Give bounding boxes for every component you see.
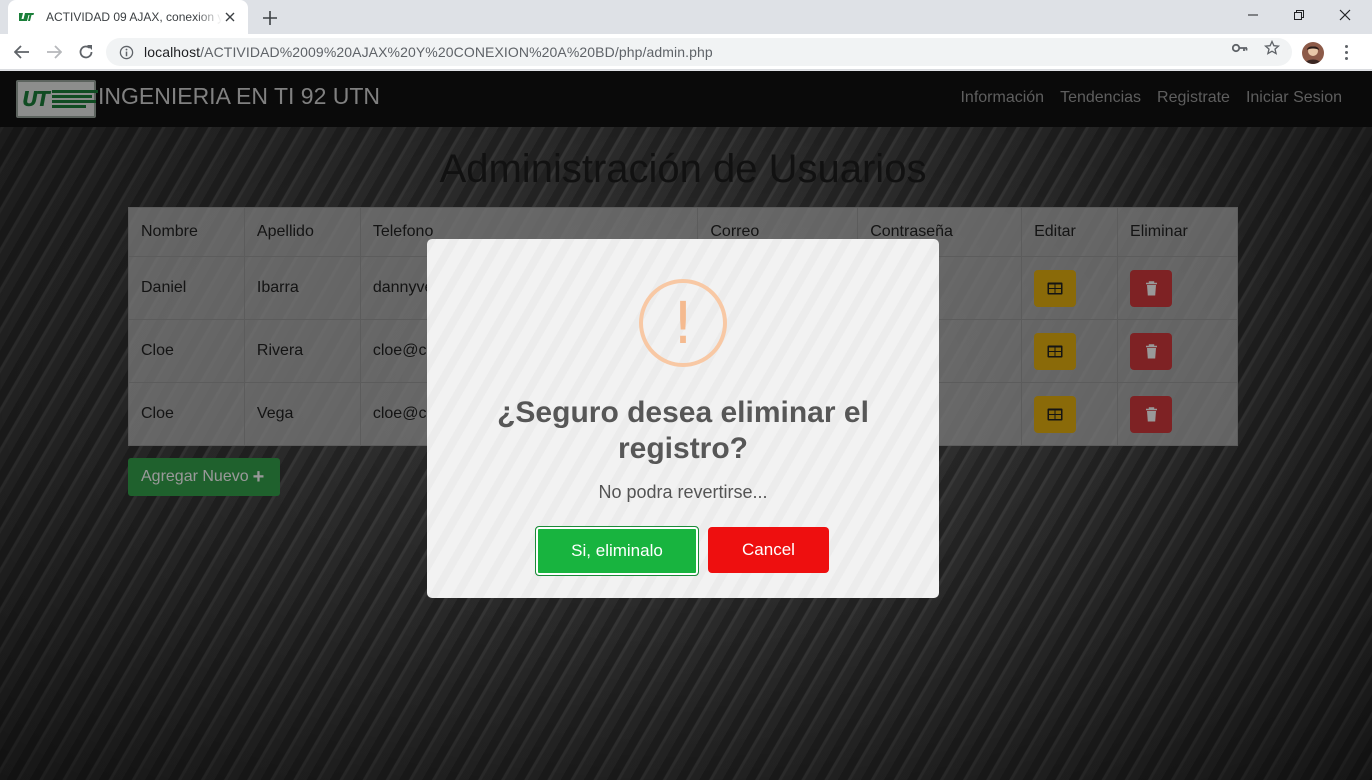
cancel-button[interactable]: Cancel xyxy=(708,527,829,573)
browser-tab[interactable]: ACTIVIDAD 09 AJAX, conexion y c xyxy=(8,0,248,34)
dialog-title: ¿Seguro desea eliminar el registro? xyxy=(497,396,869,465)
forward-arrow-icon[interactable] xyxy=(42,40,66,64)
minimize-icon[interactable] xyxy=(1230,0,1276,30)
profile-avatar[interactable] xyxy=(1302,42,1324,64)
info-icon[interactable] xyxy=(118,44,134,60)
tab-title: ACTIVIDAD 09 AJAX, conexion y c xyxy=(46,10,222,24)
confirm-delete-button[interactable]: Si, eliminalo xyxy=(535,526,699,576)
reload-icon[interactable] xyxy=(74,40,98,64)
browser-toolbar: localhost/ACTIVIDAD%2009%20AJAX%20Y%20CO… xyxy=(0,34,1372,70)
warning-glyph: ! xyxy=(671,289,695,357)
address-bar[interactable]: localhost/ACTIVIDAD%2009%20AJAX%20Y%20CO… xyxy=(106,38,1292,66)
dialog-text: No podra revertirse... xyxy=(598,482,768,502)
close-window-icon[interactable] xyxy=(1322,0,1368,30)
url-text: localhost/ACTIVIDAD%2009%20AJAX%20Y%20CO… xyxy=(144,44,713,60)
restore-icon[interactable] xyxy=(1276,0,1322,30)
bookmark-star-icon[interactable] xyxy=(1264,40,1280,56)
tab-close-icon[interactable] xyxy=(222,9,238,25)
key-icon[interactable] xyxy=(1232,40,1248,56)
warning-icon: ! xyxy=(639,279,727,367)
ut-favicon-icon xyxy=(18,11,34,23)
url-path: /ACTIVIDAD%2009%20AJAX%20Y%20CONEXION%20… xyxy=(200,44,713,60)
browser-tabstrip: ACTIVIDAD 09 AJAX, conexion y c xyxy=(0,0,1372,34)
new-tab-icon[interactable] xyxy=(258,6,282,30)
confirm-delete-dialog: ! ¿Seguro desea eliminar el registro? No… xyxy=(427,239,939,598)
back-arrow-icon[interactable] xyxy=(10,40,34,64)
page-viewport: UT INGENIERIA EN TI 92 UTN Información T… xyxy=(0,71,1372,780)
url-host: localhost xyxy=(144,44,201,60)
browser-menu-icon[interactable] xyxy=(1338,42,1354,62)
